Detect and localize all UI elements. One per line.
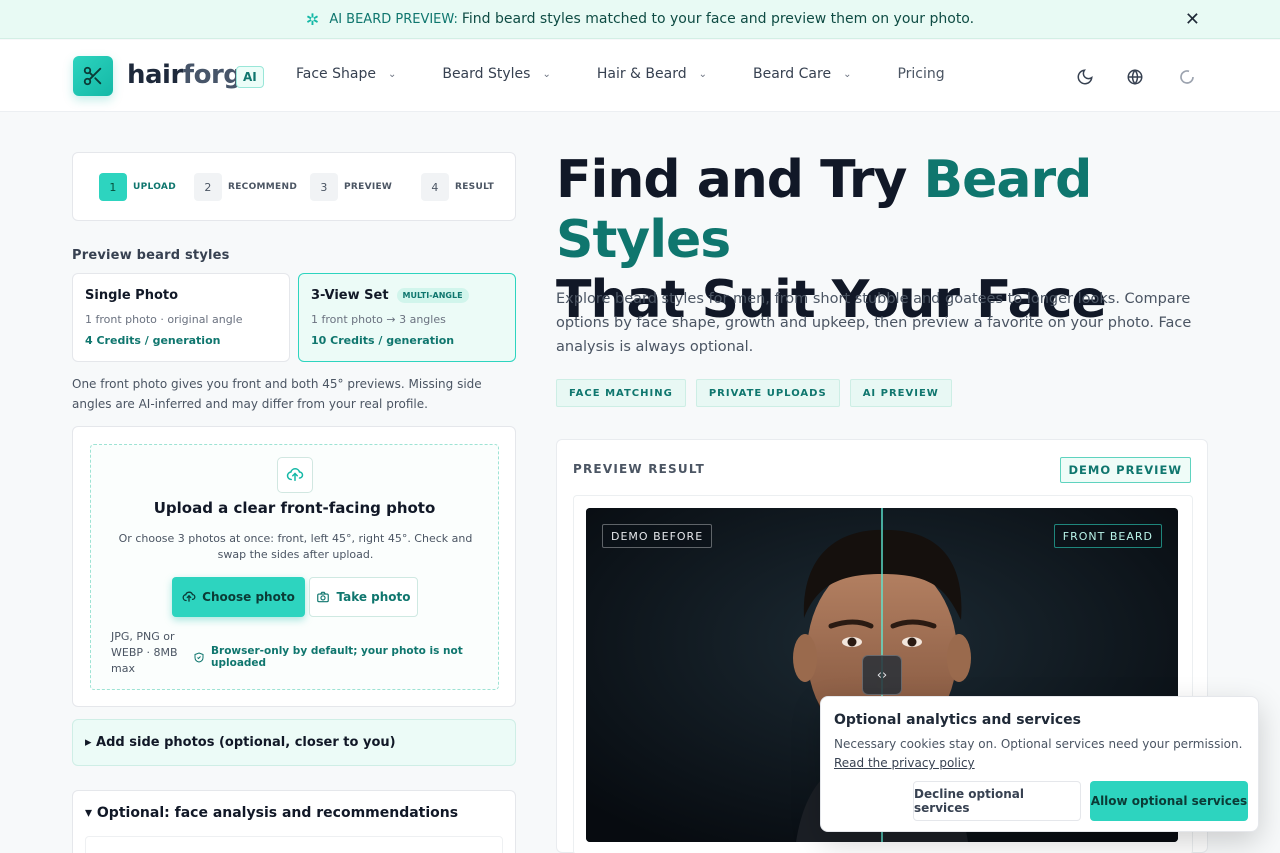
step-upload[interactable]: 1 UPLOAD xyxy=(99,173,176,201)
privacy-note: Browser-only by default; your photo is n… xyxy=(193,645,498,669)
nav-face-shape[interactable]: Face Shape ⌄ xyxy=(296,66,396,82)
sparkle-icon: ✲ xyxy=(305,9,320,29)
option-single-photo[interactable]: Single Photo 1 front photo · original an… xyxy=(72,273,290,362)
file-formats: JPG, PNG or WEBP · 8MB max xyxy=(111,630,178,675)
multi-angle-badge: MULTI-ANGLE xyxy=(396,288,469,303)
front-beard-label: FRONT BEARD xyxy=(1053,524,1162,548)
logo-icon[interactable] xyxy=(73,56,113,96)
demo-before-label: DEMO BEFORE xyxy=(602,524,713,548)
chevron-down-icon: ⌄ xyxy=(542,68,551,80)
cloud-upload-icon xyxy=(277,457,313,493)
chevron-down-icon: ⌄ xyxy=(387,68,397,80)
site-header: hairforge AI Face Shape ⌄ Beard Styles ⌄ H… xyxy=(0,40,1280,112)
upload-description: Or choose 3 photos at once: front, left … xyxy=(118,532,473,561)
announcement-label: AI BEARD PREVIEW: xyxy=(329,11,458,27)
face-analysis-content xyxy=(85,836,503,853)
loading-icon xyxy=(1176,66,1198,88)
moon-icon[interactable] xyxy=(1074,66,1096,88)
tag-private-uploads: PRIVATE UPLOADS xyxy=(695,379,840,407)
take-photo-button[interactable]: Take photo xyxy=(309,577,418,617)
camera-icon xyxy=(317,591,330,603)
close-icon[interactable]: ✕ xyxy=(1185,9,1200,30)
chevron-down-icon: ⌄ xyxy=(843,68,852,80)
nav-beard-care[interactable]: Beard Care ⌄ xyxy=(753,66,851,82)
step-result[interactable]: 4 RESULT xyxy=(421,173,494,201)
globe-icon[interactable] xyxy=(1124,66,1146,88)
face-analysis-toggle[interactable]: ▾ Optional: face analysis and recommenda… xyxy=(85,805,458,821)
demo-preview-badge: DEMO PREVIEW xyxy=(1059,457,1191,483)
tag-face-matching: FACE MATCHING xyxy=(556,379,686,407)
section-title: Preview beard styles xyxy=(72,248,230,263)
dropzone[interactable]: Upload a clear front-facing photo Or cho… xyxy=(90,444,499,690)
hero-description: Explore beard styles for men, from short… xyxy=(556,291,1192,355)
upload-stepper: 1 UPLOAD 2 RECOMMEND 3 PREVIEW 4 RESULT xyxy=(72,152,516,221)
upload-title: Upload a clear front-facing photo xyxy=(153,499,436,517)
preview-title: PREVIEW RESULT xyxy=(573,462,706,476)
shield-check-icon xyxy=(194,651,204,663)
cookie-title: Optional analytics and services xyxy=(834,712,1081,728)
announcement-text: Find beard styles matched to your face a… xyxy=(461,11,975,27)
choose-photo-button[interactable]: Choose photo xyxy=(172,577,305,617)
nav-pricing[interactable]: Pricing xyxy=(897,66,944,82)
add-side-photos-accordion[interactable]: ▸ Add side photos (optional, closer to y… xyxy=(72,719,516,766)
option-three-view-set[interactable]: 3-View Set MULTI-ANGLE 1 front photo → 3 … xyxy=(298,273,516,362)
privacy-policy-link[interactable]: Read the privacy policy xyxy=(834,756,975,770)
feature-tags: FACE MATCHING PRIVATE UPLOADS AI PREVIEW xyxy=(556,379,962,407)
cookie-banner: Optional analytics and services Necessar… xyxy=(820,696,1259,832)
announcement-bar: ✲ AI BEARD PREVIEW: Find beard styles ma… xyxy=(0,0,1280,39)
ai-badge: AI xyxy=(236,66,264,88)
decline-optional-button[interactable]: Decline optional services xyxy=(913,781,1081,821)
slider-handle-icon[interactable]: ‹› xyxy=(862,655,902,695)
face-analysis-accordion: ▾ Optional: face analysis and recommenda… xyxy=(72,790,516,853)
main-nav: Face Shape ⌄ Beard Styles ⌄ Hair & Beard ⌄ … xyxy=(296,66,991,82)
step-preview[interactable]: 3 PREVIEW xyxy=(310,173,392,201)
allow-optional-button[interactable]: Allow optional services xyxy=(1090,781,1248,821)
upload-icon xyxy=(182,591,196,602)
chevron-down-icon: ⌄ xyxy=(698,68,707,80)
step-recommend[interactable]: 2 RECOMMEND xyxy=(194,173,297,201)
cookie-description: Necessary cookies stay on. Optional serv… xyxy=(834,737,1243,751)
nav-hair-beard[interactable]: Hair & Beard ⌄ xyxy=(597,66,707,82)
upload-panel: Upload a clear front-facing photo Or cho… xyxy=(72,426,516,707)
option-note: One front photo gives you front and both… xyxy=(72,377,482,411)
nav-beard-styles[interactable]: Beard Styles ⌄ xyxy=(442,66,551,82)
tag-ai-preview: AI PREVIEW xyxy=(849,379,952,407)
